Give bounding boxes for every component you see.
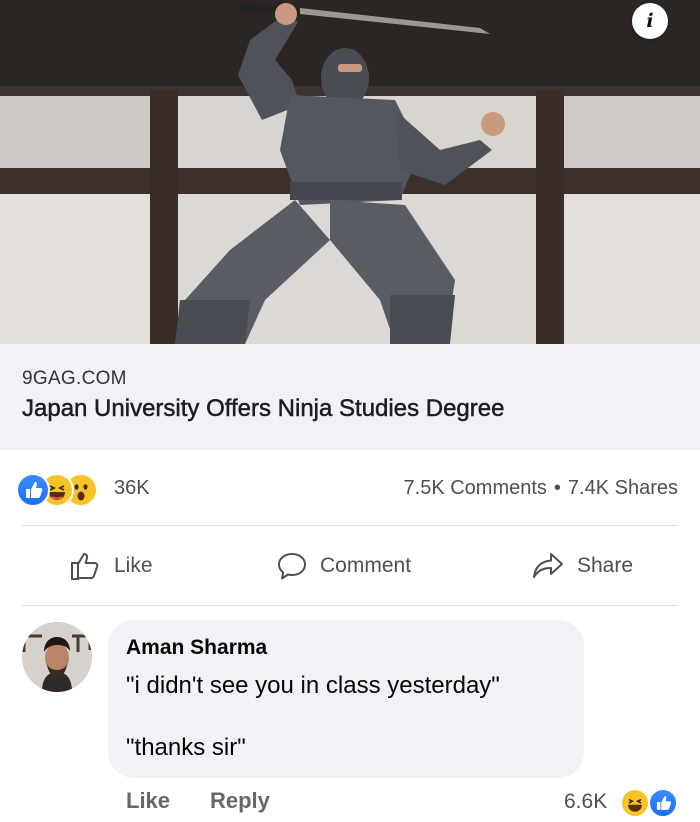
comments-count[interactable]: 7.5K Comments [404, 477, 547, 499]
thumbs-up-icon [71, 553, 99, 580]
ninja-photo [0, 0, 700, 344]
link-caption[interactable]: 9GAG.COM Japan University Offers Ninja S… [0, 344, 700, 450]
link-preview-image[interactable]: i [0, 0, 700, 344]
comment-text-line: "i didn't see you in class yesterday" [126, 672, 500, 699]
divider [22, 525, 678, 526]
comment-author[interactable]: Aman Sharma [126, 636, 267, 660]
comment-reply-button[interactable]: Reply [210, 788, 270, 814]
info-icon[interactable]: i [632, 3, 668, 39]
engagement-counts: 7.5K Comments • 7.4K Shares [404, 477, 678, 500]
share-label: Share [577, 554, 634, 577]
share-button[interactable]: Share [531, 551, 633, 581]
divider [22, 605, 678, 606]
avatar[interactable] [22, 622, 92, 692]
comment-button[interactable]: Comment [276, 551, 411, 581]
comment-actions: Like Reply 6.6K [0, 788, 700, 820]
comment-icon [278, 553, 306, 580]
link-domain: 9GAG.COM [22, 368, 127, 389]
link-headline: Japan University Offers Ninja Studies De… [22, 395, 505, 423]
profile-photo [22, 622, 92, 692]
like-reaction-icon [16, 473, 50, 507]
comment-label: Comment [320, 554, 412, 577]
share-arrow-icon [533, 553, 563, 578]
comment-bubble[interactable]: Aman Sharma "i didn't see you in class y… [108, 620, 584, 778]
comment-text-line: "thanks sir" [126, 734, 246, 761]
haha-reaction-icon[interactable] [620, 788, 650, 818]
shares-count[interactable]: 7.4K Shares [568, 477, 678, 499]
comment-like-button[interactable]: Like [126, 788, 170, 814]
separator-dot: • [553, 477, 561, 499]
comment-reaction-count[interactable]: 6.6K [564, 790, 607, 814]
like-reaction-icon[interactable] [648, 788, 678, 818]
like-label: Like [114, 554, 153, 577]
like-button[interactable]: Like [70, 551, 153, 581]
post-stats: 36K 7.5K Comments • 7.4K Shares [0, 466, 700, 510]
post-action-bar: Like Comment Share [0, 527, 700, 605]
reaction-count[interactable]: 36K [114, 477, 150, 500]
